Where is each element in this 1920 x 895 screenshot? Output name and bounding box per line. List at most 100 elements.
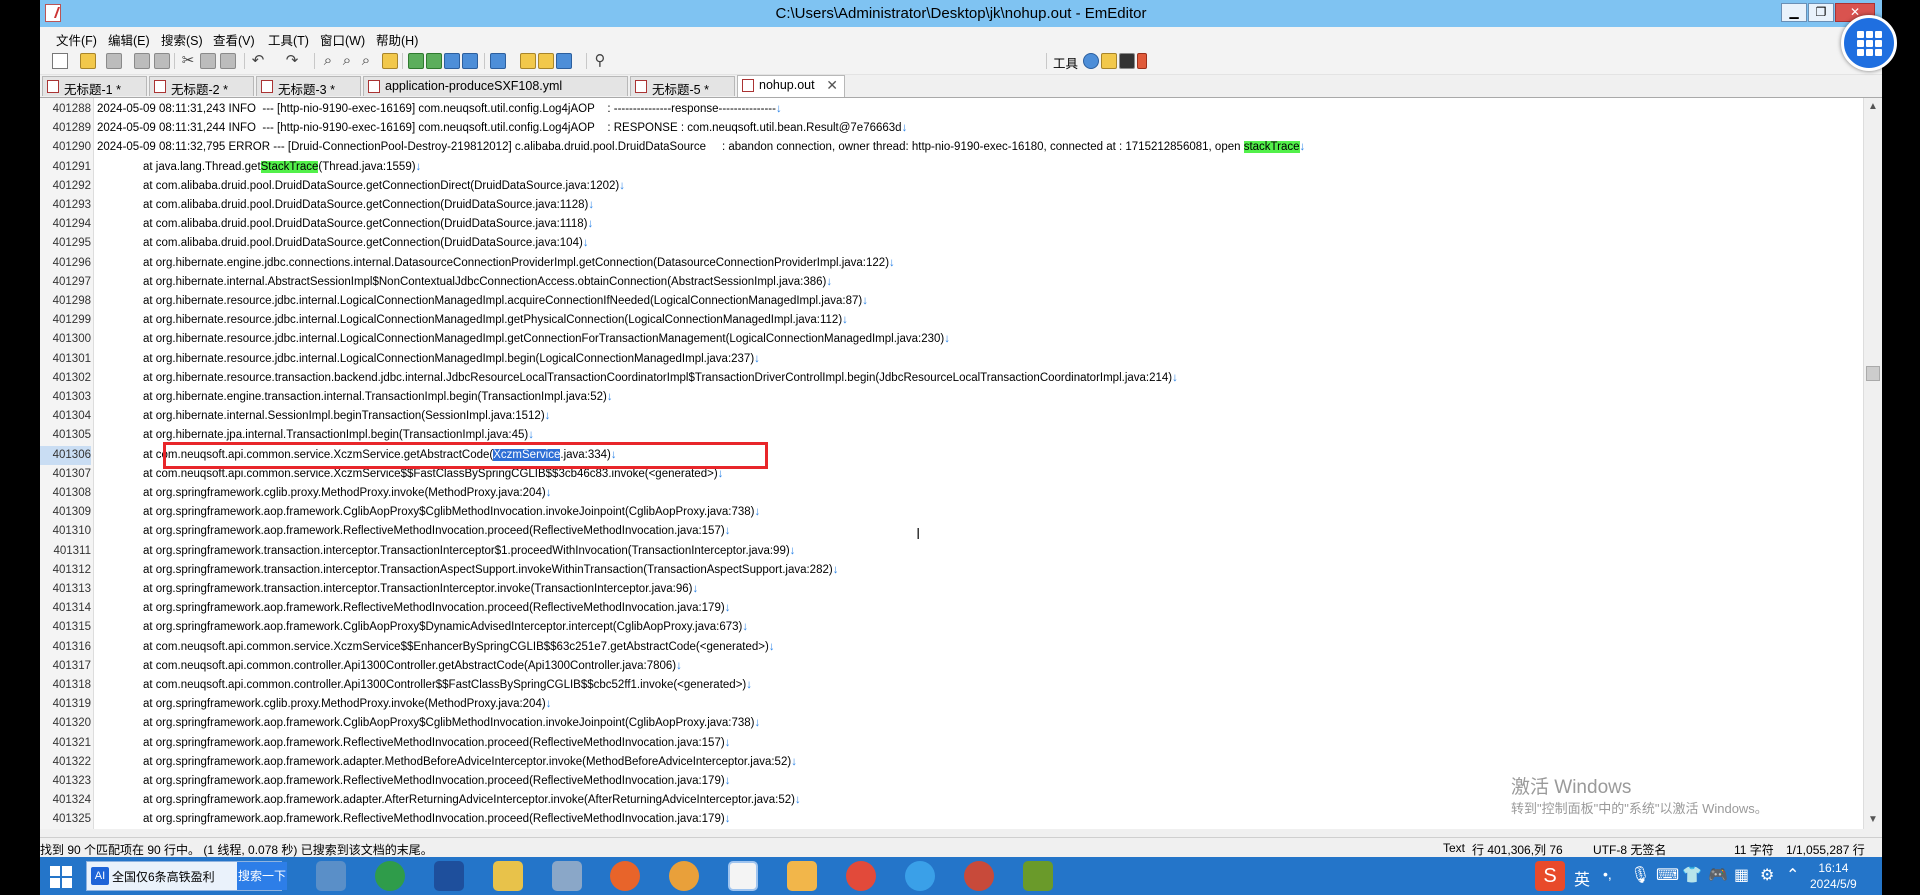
editor-line[interactable]: 401314 at org.springframework.aop.framewo… [40, 599, 1863, 618]
editor-line[interactable]: 401320 at org.springframework.aop.framewo… [40, 714, 1863, 733]
highlight-search-icon[interactable] [382, 53, 398, 69]
editor-line[interactable]: 401294 at com.alibaba.druid.pool.DruidDat… [40, 215, 1863, 234]
editor-line[interactable]: 401300 at org.hibernate.resource.jdbc.int… [40, 330, 1863, 349]
menu-tools[interactable]: 工具(T) [268, 30, 309, 49]
terminal-app-icon[interactable] [1023, 861, 1053, 891]
firefox-icon[interactable] [610, 861, 640, 891]
game-icon[interactable]: 🎮 [1708, 865, 1728, 885]
view-mode-icon[interactable] [444, 53, 460, 69]
microphone-icon[interactable]: 🎙 [1630, 865, 1650, 885]
floating-app-grid-icon[interactable] [1841, 15, 1897, 71]
find-previous-icon[interactable]: ⌕ [358, 53, 374, 69]
editor-line[interactable]: 401322 at org.springframework.aop.framewo… [40, 753, 1863, 772]
qq-app-icon[interactable] [375, 861, 405, 891]
macro-record-icon[interactable] [520, 53, 536, 69]
network-app-icon[interactable] [316, 861, 346, 891]
dbeaver-icon[interactable] [787, 861, 817, 891]
editor-line[interactable]: 401301 at org.hibernate.resource.jdbc.int… [40, 350, 1863, 369]
menu-file[interactable]: 文件(F) [56, 30, 97, 49]
text-editor[interactable]: 401288 2024-05-09 08:11:31,243 INFO --- [… [40, 98, 1863, 829]
redo-icon[interactable]: ↷ [284, 53, 300, 69]
plugin-icon[interactable]: ⚲ [592, 53, 608, 69]
vertical-scrollbar[interactable]: ▲ ▼ [1863, 98, 1882, 829]
emeditor-task-icon[interactable] [728, 861, 758, 891]
web-browser-icon[interactable] [1083, 53, 1099, 69]
sogou-ime-icon[interactable]: S [1535, 861, 1565, 891]
find-next-icon[interactable]: ⌕ [339, 53, 355, 69]
editor-line[interactable]: 401316 at com.neuqsoft.api.common.service… [40, 638, 1863, 657]
tab-application-yml[interactable]: application-produceSXF108.yml [363, 76, 628, 96]
paste-icon[interactable] [220, 53, 236, 69]
editor-line[interactable]: 401296 at org.hibernate.engine.jdbc.conne… [40, 254, 1863, 273]
taskbar-clock[interactable]: 16:14 2024/5/9 [1810, 860, 1857, 892]
editor-line[interactable]: 401317 at com.neuqsoft.api.common.control… [40, 657, 1863, 676]
taskbar-search-widget[interactable]: AI 全国仅6条高铁盈利 搜索一下 [86, 861, 287, 891]
encoding-status[interactable]: UTF-8 无签名 [1593, 841, 1666, 858]
macro-run-icon[interactable] [538, 53, 554, 69]
scroll-down-icon[interactable]: ▼ [1868, 814, 1878, 825]
tray-chevron-icon[interactable]: ⌃ [1786, 865, 1799, 885]
editor-line[interactable]: 401315 at org.springframework.aop.framewo… [40, 618, 1863, 637]
tab-untitled-2[interactable]: 无标题-2 * [149, 76, 254, 97]
command-prompt-icon[interactable] [1119, 53, 1135, 69]
tab-nohup-out[interactable]: nohup.out ✕ [737, 75, 845, 97]
wrap-by-window-icon[interactable] [426, 53, 442, 69]
editor-line[interactable]: 401295 at com.alibaba.druid.pool.DruidDat… [40, 234, 1863, 253]
print-preview-icon[interactable] [154, 53, 170, 69]
editor-line[interactable]: 401319 at org.springframework.cglib.proxy… [40, 695, 1863, 714]
edit-mode-status[interactable]: Text [1443, 841, 1465, 855]
tab-untitled-1[interactable]: 无标题-1 * [42, 76, 147, 97]
editor-line[interactable]: 401311 at org.springframework.transaction… [40, 542, 1863, 561]
tab-untitled-5[interactable]: 无标题-5 * [630, 76, 735, 97]
editor-line[interactable]: 401292 at com.alibaba.druid.pool.DruidDat… [40, 177, 1863, 196]
copy-icon[interactable] [200, 53, 216, 69]
skin-icon[interactable]: 👕 [1682, 865, 1702, 885]
print-icon[interactable] [134, 53, 150, 69]
macro-options-icon[interactable] [556, 53, 572, 69]
editor-line[interactable]: 401303 at org.hibernate.engine.transactio… [40, 388, 1863, 407]
restore-button[interactable]: ❐ [1808, 3, 1834, 22]
browser-alt-icon[interactable] [905, 861, 935, 891]
find-icon[interactable]: ⌕ [320, 53, 336, 69]
new-file-icon[interactable] [52, 53, 68, 69]
notepad-icon[interactable] [1101, 53, 1117, 69]
menu-help[interactable]: 帮助(H) [376, 30, 418, 49]
split-window-icon[interactable] [462, 53, 478, 69]
save-icon[interactable] [106, 53, 122, 69]
editor-line[interactable]: 401312 at org.springframework.transaction… [40, 561, 1863, 580]
browser-icon[interactable] [669, 861, 699, 891]
minimize-button[interactable]: ▁ [1781, 3, 1807, 22]
tab-untitled-3[interactable]: 无标题-3 * [256, 76, 361, 97]
powershell-icon[interactable] [434, 861, 464, 891]
scroll-up-icon[interactable]: ▲ [1868, 101, 1878, 112]
cut-icon[interactable]: ✂ [180, 53, 196, 69]
punctuation-icon[interactable]: •, [1603, 866, 1612, 882]
external-tool-icon[interactable] [1137, 53, 1147, 69]
ime-language-indicator[interactable]: 英 [1574, 866, 1590, 890]
cursor-position-status[interactable]: 行 401,306,列 76 [1472, 841, 1563, 858]
tab-close-icon[interactable]: ✕ [826, 77, 838, 94]
settings-icon[interactable]: ⚙ [1760, 865, 1774, 885]
taskbar-search-button[interactable]: 搜索一下 [237, 862, 287, 890]
editor-line[interactable]: 401313 at org.springframework.transaction… [40, 580, 1863, 599]
word-wrap-icon[interactable] [408, 53, 424, 69]
editor-line[interactable]: 401302 at org.hibernate.resource.transact… [40, 369, 1863, 388]
editor-line[interactable]: 401310 at org.springframework.aop.framewo… [40, 522, 1863, 541]
editor-line[interactable]: 401291 at java.lang.Thread.getStackTrace(… [40, 158, 1863, 177]
config-icon[interactable] [490, 53, 506, 69]
editor-line[interactable]: 401308 at org.springframework.cglib.proxy… [40, 484, 1863, 503]
editor-line[interactable]: 401318 at com.neuqsoft.api.common.control… [40, 676, 1863, 695]
editor-line[interactable]: 401309 at org.springframework.aop.framewo… [40, 503, 1863, 522]
menu-search[interactable]: 搜索(S) [161, 30, 203, 49]
editor-line[interactable]: 401297 at org.hibernate.internal.Abstract… [40, 273, 1863, 292]
undo-icon[interactable]: ↶ [250, 53, 266, 69]
snail-app-icon[interactable] [964, 861, 994, 891]
notepad-task-icon[interactable] [552, 861, 582, 891]
toolbox-icon[interactable]: ▦ [1734, 865, 1749, 885]
menu-view[interactable]: 查看(V) [213, 30, 255, 49]
open-folder-icon[interactable] [80, 53, 96, 69]
editor-line[interactable]: 401290 2024-05-09 08:11:32,795 ERROR --- … [40, 138, 1863, 157]
editor-line[interactable]: 401293 at com.alibaba.druid.pool.DruidDat… [40, 196, 1863, 215]
editor-line[interactable]: 401304 at org.hibernate.internal.SessionI… [40, 407, 1863, 426]
file-explorer-icon[interactable] [493, 861, 523, 891]
